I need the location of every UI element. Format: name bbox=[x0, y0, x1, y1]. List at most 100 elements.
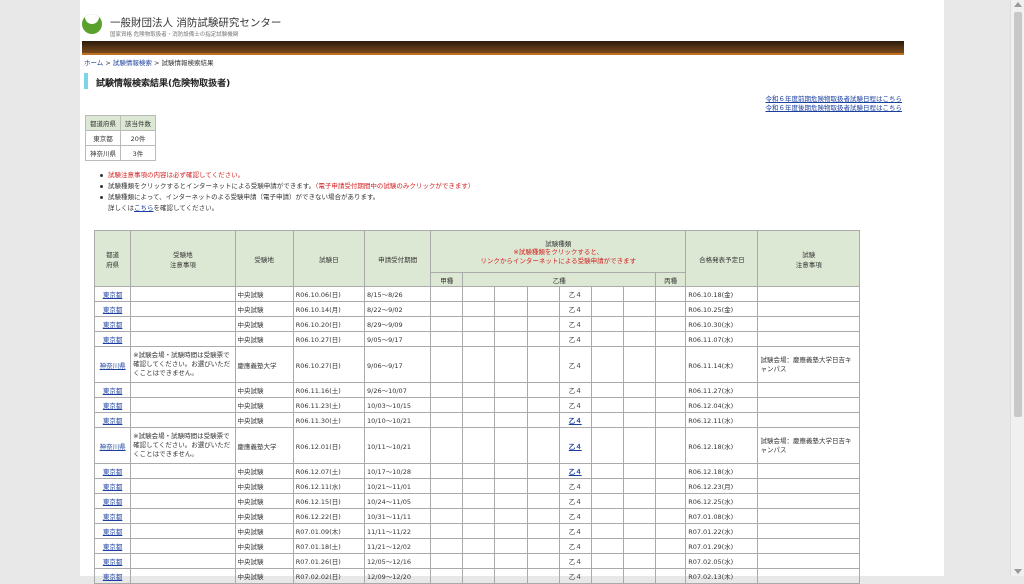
cell-kou bbox=[430, 427, 464, 464]
header-banner bbox=[82, 41, 904, 55]
pref-link[interactable]: 東京都 bbox=[103, 291, 123, 299]
cell-period: 10/21～11/01 bbox=[363, 478, 432, 494]
cell-otsu-empty bbox=[494, 568, 528, 584]
pref-link[interactable]: 東京都 bbox=[103, 387, 123, 395]
cell-otsu-empty bbox=[494, 286, 528, 302]
cell-result: R07.01.22(水) bbox=[685, 523, 759, 539]
cell-kou bbox=[430, 478, 464, 494]
breadcrumb-home[interactable]: ホーム bbox=[84, 59, 103, 67]
cell-otsu-empty bbox=[462, 316, 496, 332]
breadcrumb-search[interactable]: 試験情報検索 bbox=[113, 59, 152, 67]
pref-link[interactable]: 東京都 bbox=[103, 417, 123, 425]
note-text: 試験種類をクリックするとインターネットによる受験申請ができます。 bbox=[108, 182, 316, 190]
cell-otsu4[interactable]: 乙４ bbox=[558, 412, 592, 428]
summary-pref: 神奈川県 bbox=[85, 145, 121, 161]
cell-date: R06.12.07(土) bbox=[292, 463, 366, 479]
cell-otsu-empty bbox=[526, 427, 560, 464]
cell-kou bbox=[430, 493, 464, 509]
cell-venue: 中央試験 bbox=[234, 412, 294, 428]
scroll-up-arrow-icon[interactable] bbox=[1014, 2, 1022, 7]
cell-pref: 東京都 bbox=[93, 397, 132, 413]
cell-kou bbox=[430, 412, 464, 428]
cell-otsu-empty bbox=[462, 286, 496, 302]
cell-period: 12/09～12/20 bbox=[363, 568, 432, 584]
pref-link[interactable]: 東京都 bbox=[103, 513, 123, 521]
schedule-link-second-half[interactable]: 令和６年度後期危険物取扱者試験日程はこちら bbox=[766, 104, 903, 113]
cell-pref: 東京都 bbox=[93, 508, 132, 524]
cell-note bbox=[757, 463, 860, 479]
table-row: 東京都 中央試験 R06.11.16(土) 9/26～10/07 乙４ R06.11.27… bbox=[93, 382, 860, 398]
pref-link[interactable]: 東京都 bbox=[103, 468, 123, 476]
note-item: 試験種類をクリックするとインターネットによる受験申請ができます。（電子申請受付期… bbox=[100, 181, 474, 192]
pref-link[interactable]: 東京都 bbox=[103, 528, 123, 536]
pref-link[interactable]: 東京都 bbox=[103, 573, 123, 581]
cell-result: R07.01.29(水) bbox=[685, 538, 759, 554]
cell-kou bbox=[430, 316, 464, 332]
cell-venue: 中央試験 bbox=[234, 553, 294, 569]
pref-link[interactable]: 東京都 bbox=[103, 306, 123, 314]
pref-link[interactable]: 東京都 bbox=[103, 558, 123, 566]
cell-otsu-empty bbox=[462, 538, 496, 554]
cell-period: 11/11～11/22 bbox=[363, 523, 432, 539]
page: 一般財団法人 消防試験研究センター 国家資格 危険物取扱者・消防設備士の指定試験… bbox=[80, 0, 1024, 584]
cell-otsu-empty bbox=[462, 493, 496, 509]
cell-otsu-empty bbox=[622, 346, 657, 383]
pref-link[interactable]: 東京都 bbox=[103, 483, 123, 491]
logo-icon[interactable] bbox=[82, 14, 102, 34]
cell-hei bbox=[655, 301, 687, 317]
cell-otsu-empty bbox=[590, 553, 624, 569]
cell-hei bbox=[655, 397, 687, 413]
cell-otsu-empty bbox=[590, 397, 624, 413]
cell-note bbox=[757, 397, 860, 413]
cell-otsu-empty bbox=[590, 346, 624, 383]
cell-otsu-empty bbox=[526, 478, 560, 494]
cell-otsu4[interactable]: 乙４ bbox=[558, 427, 592, 464]
pref-link[interactable]: 神奈川県 bbox=[100, 362, 126, 370]
pref-link[interactable]: 東京都 bbox=[103, 336, 123, 344]
cell-otsu4: 乙４ bbox=[558, 508, 592, 524]
page-title: 試験情報検索結果(危険物取扱者) bbox=[96, 79, 231, 89]
cell-kou bbox=[430, 568, 464, 584]
pref-link[interactable]: 東京都 bbox=[103, 543, 123, 551]
schedule-link-first-half[interactable]: 令和６年度前期危険物取扱者試験日程はこちら bbox=[766, 95, 903, 104]
exam-type-link[interactable]: 乙４ bbox=[569, 417, 582, 425]
cell-date: R07.02.02(日) bbox=[292, 568, 366, 584]
cell-otsu-empty bbox=[526, 397, 560, 413]
cell-kou bbox=[430, 553, 464, 569]
cell-otsu-empty bbox=[622, 382, 657, 398]
table-row: 神奈川県 ※試験会場・試験時間は受験票で確認してください。お選びいただくことはでき… bbox=[93, 427, 860, 464]
cell-period: 10/24～11/05 bbox=[363, 493, 432, 509]
cell-hei bbox=[655, 331, 687, 347]
cell-period: 8/29～9/09 bbox=[363, 316, 432, 332]
scrollbar[interactable] bbox=[1010, 0, 1024, 576]
cell-date: R06.12.01(日) bbox=[292, 427, 366, 464]
exam-type-link[interactable]: 乙４ bbox=[569, 443, 582, 451]
pref-link[interactable]: 神奈川県 bbox=[100, 443, 126, 451]
cell-otsu-empty bbox=[494, 508, 528, 524]
cell-venue-note: ※試験会場・試験時間は受験票で確認してください。お選びいただくことはできません。 bbox=[130, 427, 236, 464]
scroll-thumb[interactable] bbox=[1014, 12, 1022, 417]
table-row: 東京都 中央試験 R06.12.15(日) 10/24～11/05 乙４ R06.12.2… bbox=[93, 493, 860, 509]
pref-link[interactable]: 東京都 bbox=[103, 402, 123, 410]
cell-otsu4[interactable]: 乙４ bbox=[558, 463, 592, 479]
summary-table: 都道府県 該当件数 東京都 20件 神奈川県 3件 bbox=[85, 115, 156, 161]
pref-link[interactable]: 東京都 bbox=[103, 498, 123, 506]
header-note: 試験 注意事項 bbox=[757, 230, 860, 287]
details-link[interactable]: こちら bbox=[134, 204, 154, 212]
cell-period: 10/03～10/15 bbox=[363, 397, 432, 413]
header-pref: 都道 府県 bbox=[93, 230, 132, 287]
cell-venue-note bbox=[130, 478, 236, 494]
exam-type-link[interactable]: 乙４ bbox=[569, 468, 582, 476]
cell-otsu-empty bbox=[622, 316, 657, 332]
cell-note bbox=[757, 538, 860, 554]
pref-link[interactable]: 東京都 bbox=[103, 321, 123, 329]
site-title[interactable]: 一般財団法人 消防試験研究センター bbox=[110, 15, 281, 30]
cell-otsu4: 乙４ bbox=[558, 568, 592, 584]
cell-otsu-empty bbox=[526, 286, 560, 302]
note-text: 詳しくは bbox=[108, 204, 134, 212]
cell-venue-note bbox=[130, 568, 236, 584]
summary-count: 20件 bbox=[120, 130, 156, 146]
cell-date: R06.11.16(土) bbox=[292, 382, 366, 398]
cell-note: 試験会場：慶應義塾大学日吉キャンパス bbox=[757, 346, 860, 383]
scroll-down-arrow-icon[interactable] bbox=[1014, 569, 1022, 574]
